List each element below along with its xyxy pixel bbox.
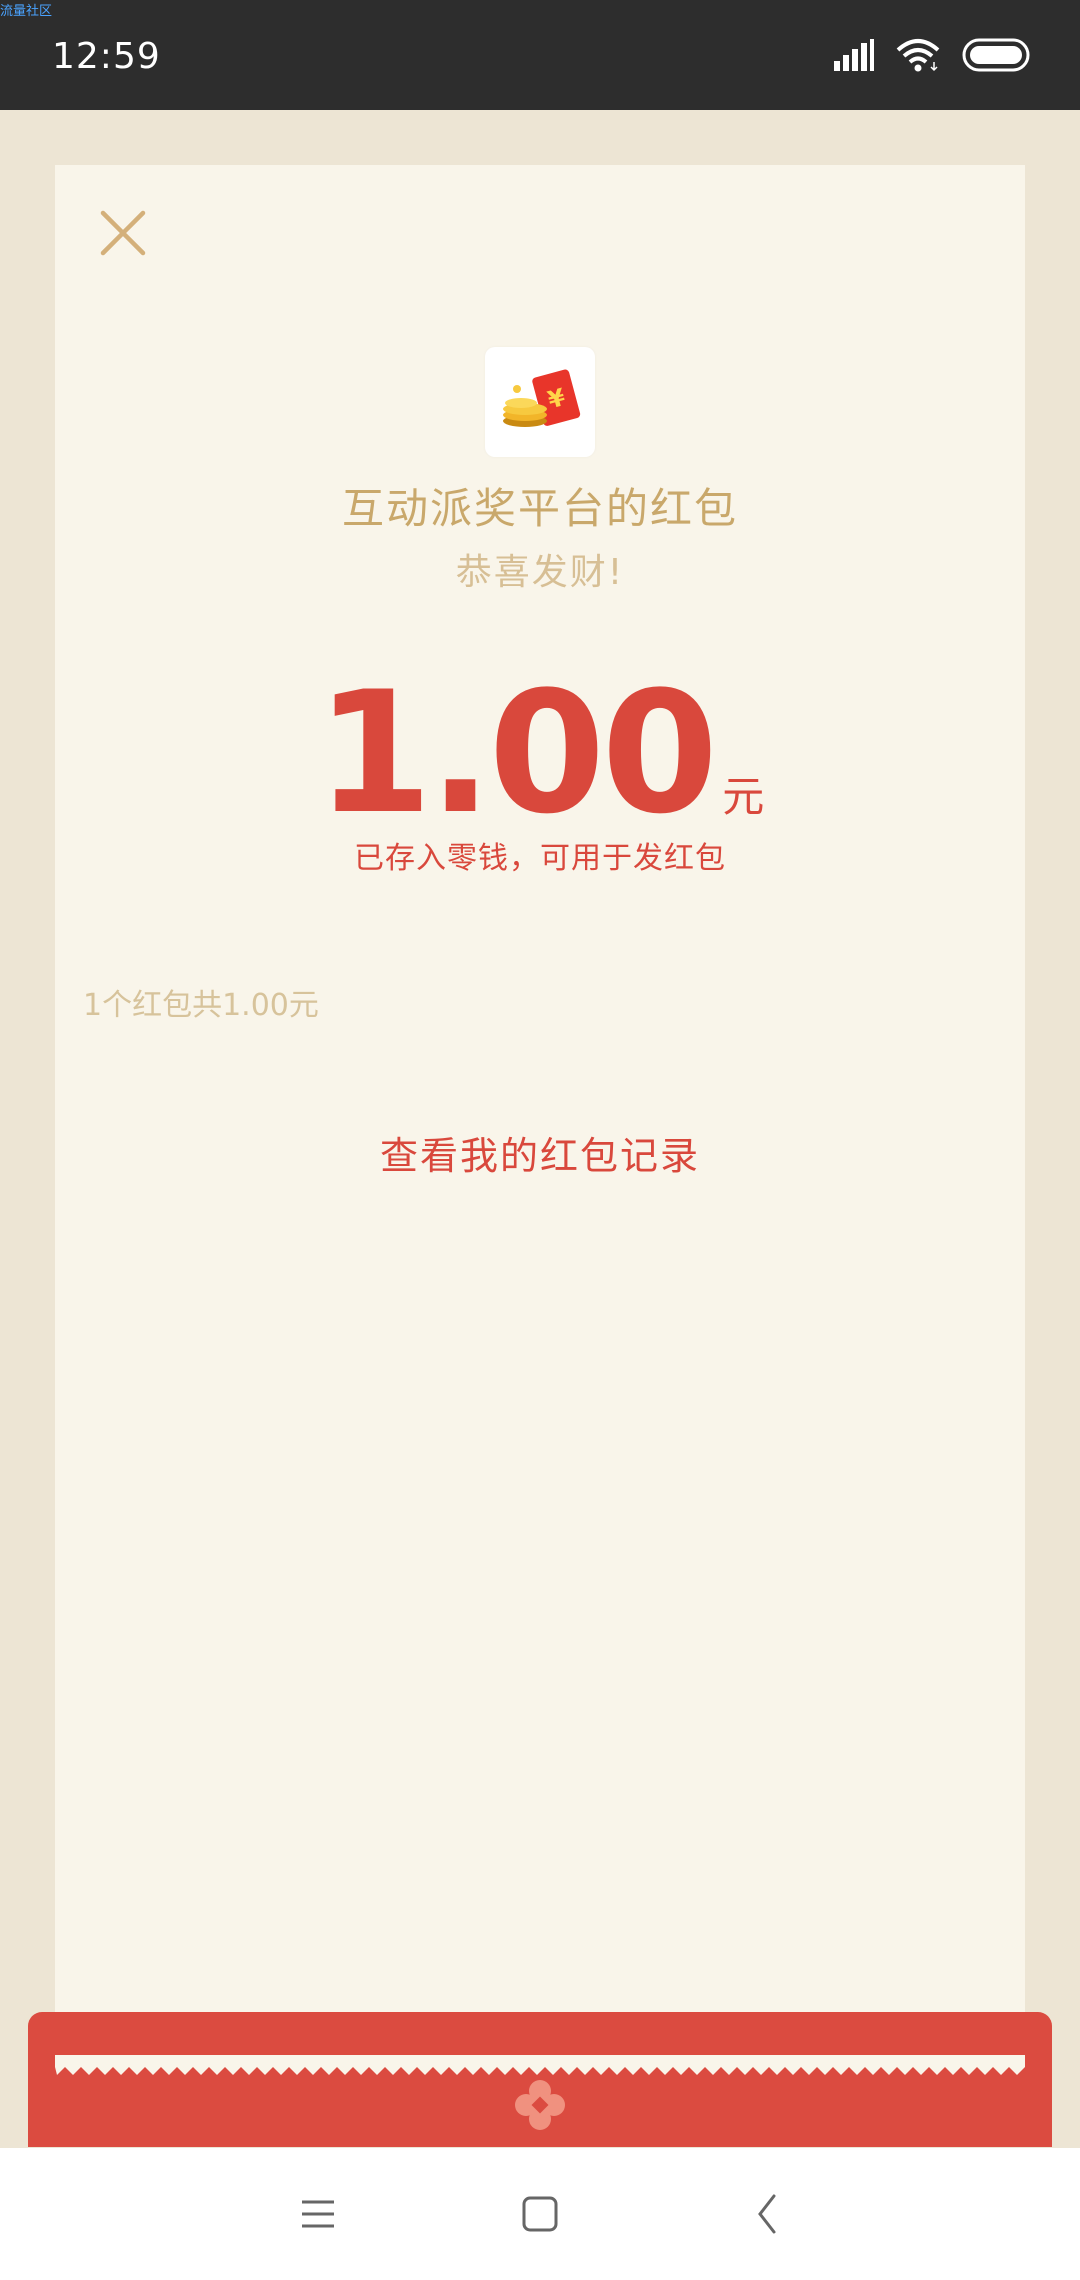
view-records-link[interactable]: 查看我的红包记录 (55, 1125, 1025, 1180)
watermark: 流量社区 (0, 4, 53, 19)
battery-icon (962, 38, 1030, 76)
red-envelope-logo-icon: ¥ (503, 369, 581, 427)
sender-name: 互动派奖平台的红包 (341, 484, 738, 533)
stored-note[interactable]: 已存入零钱，可用于发红包 (55, 833, 1025, 877)
sender-avatar: ¥ (485, 347, 595, 457)
menu-icon (302, 2200, 334, 2228)
flower-icon (515, 2080, 565, 2130)
back-button[interactable] (742, 2188, 794, 2240)
close-icon (100, 210, 146, 256)
greeting-text: 恭喜发财! (455, 552, 625, 593)
status-bar: 流量社区 12:59 (0, 0, 1080, 110)
signal-icon (834, 39, 874, 75)
amount-unit: 元 (722, 772, 765, 821)
navigation-bar (0, 2148, 1080, 2280)
packet-summary: 1个红包共1.00元 (83, 988, 319, 1023)
wifi-icon (896, 38, 940, 76)
home-icon (522, 2196, 558, 2232)
close-button[interactable] (95, 205, 151, 261)
red-packet-card: ¥ 互动派奖平台的红包 恭喜发财! 1.00 元 已存入零钱，可用于发红包 1个红… (55, 165, 1025, 2065)
back-icon (758, 2194, 776, 2234)
status-icons (834, 38, 1030, 76)
amount-value: 1.00 (315, 655, 719, 851)
amount-row: 1.00 元 (55, 655, 1025, 851)
menu-button[interactable] (292, 2188, 344, 2240)
home-button[interactable] (514, 2188, 566, 2240)
status-time: 12:59 (52, 36, 161, 77)
